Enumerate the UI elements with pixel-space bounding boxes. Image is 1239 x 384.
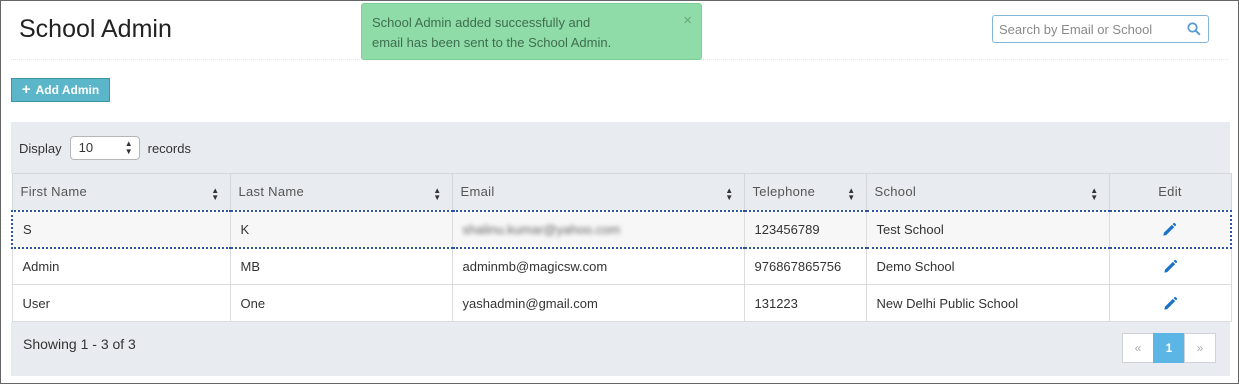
search-input[interactable] xyxy=(993,16,1183,42)
column-header-label: School xyxy=(874,184,917,200)
sort-icon: ▲ ▼ xyxy=(433,186,442,202)
cell-school: Test School xyxy=(865,209,1110,249)
cell-school: New Delhi Public School xyxy=(865,284,1110,322)
cell-last-name: K xyxy=(229,209,453,249)
cell-first-name: Admin xyxy=(11,247,231,285)
column-header-email[interactable]: Email ▲ ▼ xyxy=(451,173,745,211)
records-label: records xyxy=(147,140,191,156)
table-row[interactable]: Admin MB adminmb@magicsw.com 97686786575… xyxy=(11,247,1232,285)
cell-telephone: 131223 xyxy=(743,284,867,322)
column-header-label: Telephone xyxy=(752,184,816,200)
cell-edit xyxy=(1108,284,1232,322)
column-header-label: Edit xyxy=(1158,184,1182,200)
column-header-last-name[interactable]: Last Name ▲ ▼ xyxy=(229,173,453,211)
toast-message-line-1: School Admin added successfully and xyxy=(372,15,591,30)
cell-first-name: S xyxy=(11,209,231,249)
toast-message-line-2: email has been sent to the School Admin. xyxy=(372,35,612,50)
cell-edit xyxy=(1108,209,1232,249)
blurred-email: shalinu.kumar@yahoo.com xyxy=(462,221,621,237)
sort-icon: ▲ ▼ xyxy=(211,186,220,202)
table-row[interactable]: S K shalinu.kumar@yahoo.com 123456789 Te… xyxy=(11,209,1232,249)
showing-count: Showing 1 - 3 of 3 xyxy=(23,336,136,352)
records-per-page-value: 10 xyxy=(78,140,94,155)
cell-email: shalinu.kumar@yahoo.com xyxy=(451,209,745,249)
page-title: School Admin xyxy=(19,15,172,43)
cell-telephone: 123456789 xyxy=(743,209,867,249)
records-per-page-select[interactable]: 10 ▲ ▼ xyxy=(69,136,140,160)
display-label: Display xyxy=(19,140,62,156)
column-header-first-name[interactable]: First Name ▲ ▼ xyxy=(11,173,231,211)
cell-last-name: One xyxy=(229,284,453,322)
sort-icon: ▲ ▼ xyxy=(847,186,856,202)
admin-table-panel: Display 10 ▲ ▼ records First Name ▲ ▼ La… xyxy=(11,122,1232,376)
pagination-page-1[interactable]: 1 xyxy=(1153,333,1185,363)
column-header-edit: Edit xyxy=(1108,173,1232,211)
cell-telephone: 976867865756 xyxy=(743,247,867,285)
cell-edit xyxy=(1108,247,1232,285)
pencil-edit-icon[interactable] xyxy=(1163,259,1178,274)
pencil-edit-icon[interactable] xyxy=(1162,222,1177,237)
column-header-label: First Name xyxy=(20,184,88,200)
app-frame: School Admin School Admin added successf… xyxy=(0,0,1239,384)
pagination: « 1 » xyxy=(1122,333,1216,363)
spinner-arrows-icon: ▲ ▼ xyxy=(124,139,133,156)
cell-email: yashadmin@gmail.com xyxy=(451,284,745,322)
column-header-telephone[interactable]: Telephone ▲ ▼ xyxy=(743,173,867,211)
pagination-prev-button[interactable]: « xyxy=(1122,333,1154,363)
add-admin-label: Add Admin xyxy=(35,83,100,97)
column-header-label: Last Name xyxy=(238,184,305,200)
cell-email: adminmb@magicsw.com xyxy=(451,247,745,285)
search-icon[interactable] xyxy=(1187,22,1201,36)
admin-table: First Name ▲ ▼ Last Name ▲ ▼ Email ▲ ▼ Tele… xyxy=(11,173,1232,322)
close-icon[interactable]: × xyxy=(683,13,692,28)
column-header-school[interactable]: School ▲ ▼ xyxy=(865,173,1110,211)
records-per-page: Display 10 ▲ ▼ records xyxy=(19,136,191,160)
cell-school: Demo School xyxy=(865,247,1110,285)
table-header-row: First Name ▲ ▼ Last Name ▲ ▼ Email ▲ ▼ Tele… xyxy=(11,173,1232,211)
pencil-edit-icon[interactable] xyxy=(1163,296,1178,311)
search-box xyxy=(992,15,1209,43)
cell-last-name: MB xyxy=(229,247,453,285)
cell-first-name: User xyxy=(11,284,231,322)
table-footer: Showing 1 - 3 of 3 « 1 » xyxy=(11,322,1230,376)
sort-icon: ▲ ▼ xyxy=(1090,186,1099,202)
column-header-label: Email xyxy=(460,184,495,200)
add-admin-button[interactable]: + Add Admin xyxy=(11,78,110,102)
table-row[interactable]: User One yashadmin@gmail.com 131223 New … xyxy=(11,284,1232,322)
plus-icon: + xyxy=(21,81,31,98)
pagination-next-button[interactable]: » xyxy=(1184,333,1216,363)
sort-icon: ▲ ▼ xyxy=(725,186,734,202)
success-toast: School Admin added successfully and emai… xyxy=(361,3,702,60)
